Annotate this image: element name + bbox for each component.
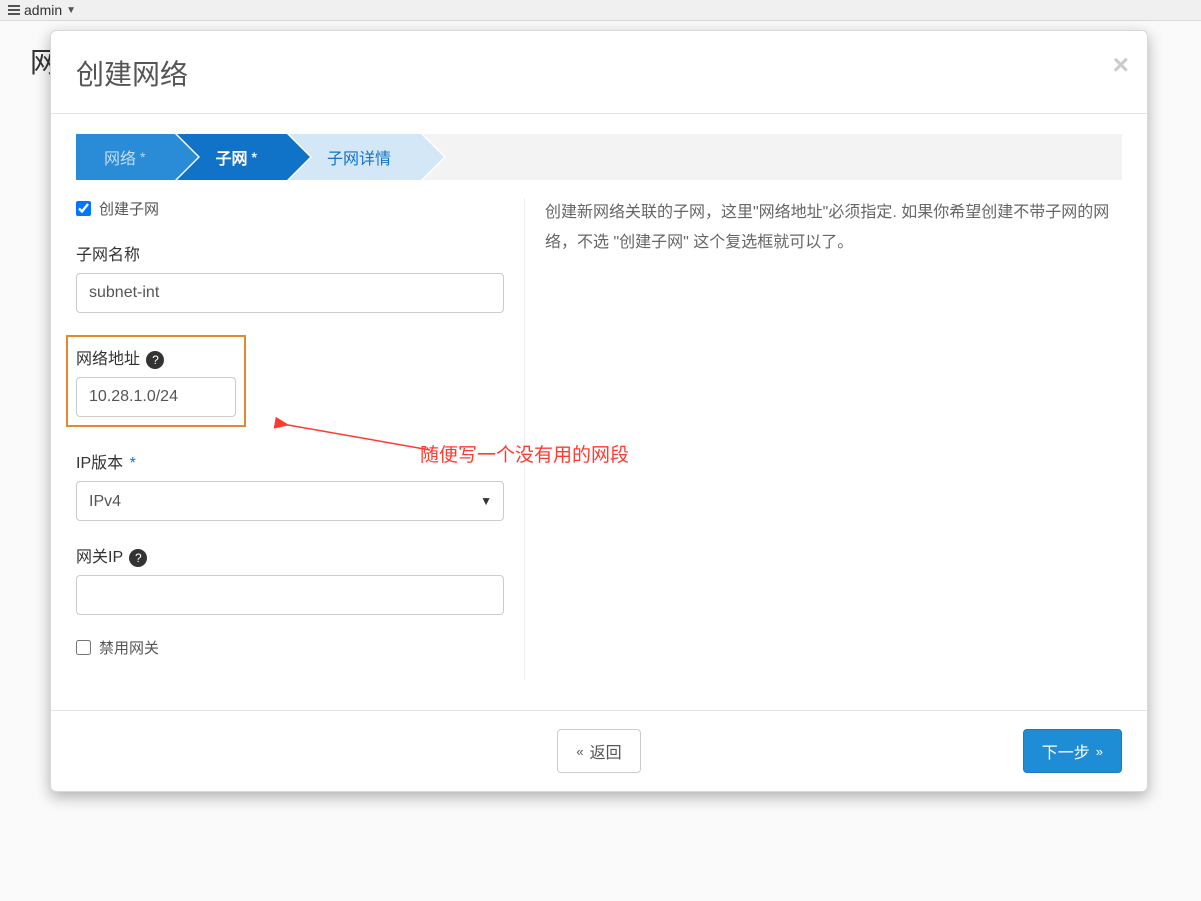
wizard-step-label: 子网详情 — [327, 145, 391, 169]
project-topbar[interactable]: admin ▼ — [0, 0, 1201, 21]
network-address-label: 网络地址 ? — [76, 345, 236, 369]
close-button[interactable]: × — [1113, 49, 1129, 81]
wizard-step-label: 子网 — [215, 145, 247, 169]
required-mark: * — [140, 149, 145, 165]
wizard-step-label: 网络 — [104, 145, 136, 169]
create-subnet-label: 创建子网 — [99, 198, 159, 219]
chevron-left-icon: « — [576, 744, 583, 759]
required-mark: * — [130, 455, 136, 472]
create-network-modal: 创建网络 × 网络 * 子网 * 子网详情 — [50, 30, 1148, 792]
chevron-right-icon: » — [1096, 744, 1103, 759]
gateway-ip-input[interactable] — [76, 575, 504, 615]
create-subnet-checkbox[interactable] — [76, 201, 91, 216]
next-button[interactable]: 下一步 » — [1023, 729, 1122, 773]
caret-down-icon: ▼ — [66, 5, 76, 16]
project-name: admin — [24, 2, 62, 18]
required-mark: * — [251, 149, 256, 165]
ip-version-label: IP版本 * — [76, 449, 504, 473]
ip-version-label-text: IP版本 — [76, 455, 123, 472]
help-icon[interactable]: ? — [146, 351, 164, 369]
back-button-label: 返回 — [590, 739, 622, 763]
wizard-step-network[interactable]: 网络 * — [76, 134, 175, 180]
modal-footer: « 返回 下一步 » — [51, 710, 1147, 791]
disable-gateway-checkbox-row[interactable]: 禁用网关 — [76, 637, 504, 658]
gateway-ip-label-text: 网关IP — [76, 549, 123, 566]
network-address-highlight: 网络地址 ? — [66, 335, 246, 427]
modal-title: 创建网络 — [76, 53, 1122, 93]
disable-gateway-checkbox[interactable] — [76, 640, 91, 655]
modal-header: 创建网络 × — [51, 31, 1147, 114]
next-button-label: 下一步 — [1042, 739, 1090, 763]
wizard-step-remainder — [421, 134, 1122, 180]
network-address-label-text: 网络地址 — [76, 351, 140, 368]
gateway-ip-label: 网关IP ? — [76, 543, 504, 567]
create-subnet-checkbox-row[interactable]: 创建子网 — [76, 198, 504, 219]
subnet-name-input[interactable] — [76, 273, 504, 313]
help-text: 创建新网络关联的子网，这里"网络地址"必须指定. 如果你希望创建不带子网的网络，… — [545, 198, 1122, 259]
help-panel: 创建新网络关联的子网，这里"网络地址"必须指定. 如果你希望创建不带子网的网络，… — [524, 198, 1122, 680]
ip-version-select[interactable]: IPv4 — [76, 481, 504, 521]
list-icon — [8, 5, 20, 15]
subnet-name-label: 子网名称 — [76, 241, 504, 265]
disable-gateway-label: 禁用网关 — [99, 637, 159, 658]
back-button[interactable]: « 返回 — [557, 729, 640, 773]
help-icon[interactable]: ? — [129, 549, 147, 567]
wizard-steps: 网络 * 子网 * 子网详情 — [76, 134, 1122, 180]
network-address-input[interactable] — [76, 377, 236, 417]
